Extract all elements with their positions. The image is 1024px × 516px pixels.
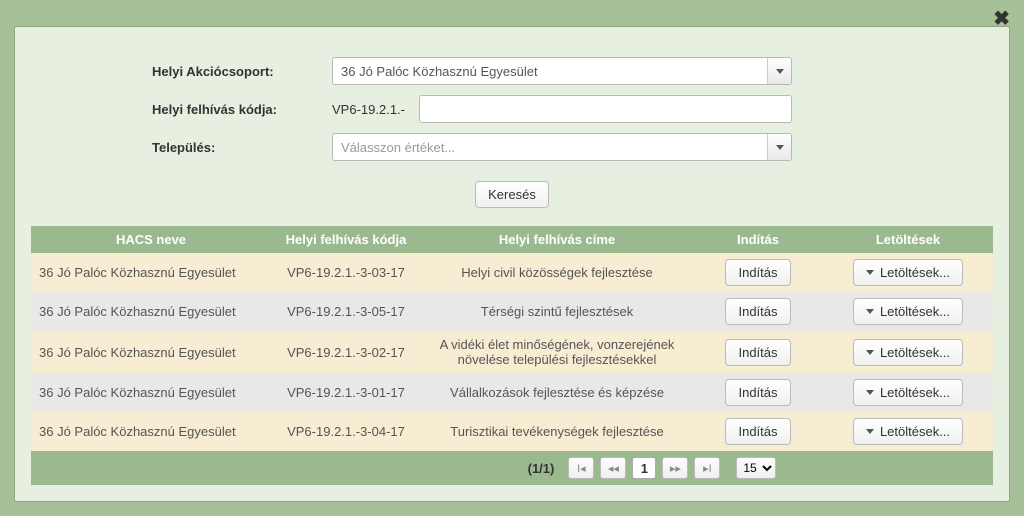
col-hacs-name: HACS neve bbox=[31, 226, 271, 253]
cell-start: Indítás bbox=[693, 331, 823, 373]
downloads-label: Letöltések... bbox=[880, 304, 950, 319]
cell-hacs-name: 36 Jó Palóc Közhasznú Egyesület bbox=[31, 331, 271, 373]
start-button[interactable]: Indítás bbox=[725, 418, 790, 445]
cell-start: Indítás bbox=[693, 292, 823, 331]
downloads-button[interactable]: Letöltések... bbox=[853, 418, 963, 445]
last-page-icon[interactable]: ▸I bbox=[694, 457, 720, 479]
col-downloads: Letöltések bbox=[823, 226, 993, 253]
downloads-label: Letöltések... bbox=[880, 424, 950, 439]
close-icon[interactable]: ✖ bbox=[993, 6, 1010, 31]
settlement-value: Válasszon értéket... bbox=[333, 140, 767, 155]
start-button[interactable]: Indítás bbox=[725, 379, 790, 406]
start-button[interactable]: Indítás bbox=[725, 339, 790, 366]
chevron-down-icon bbox=[866, 390, 874, 395]
downloads-label: Letöltések... bbox=[880, 265, 950, 280]
cell-downloads: Letöltések... bbox=[823, 331, 993, 373]
search-button[interactable]: Keresés bbox=[475, 181, 549, 208]
cell-call-title: Térségi szintű fejlesztések bbox=[421, 292, 693, 331]
col-start: Indítás bbox=[693, 226, 823, 253]
cell-call-code: VP6-19.2.1.-3-05-17 bbox=[271, 292, 421, 331]
label-call-code: Helyi felhívás kódja: bbox=[152, 102, 332, 117]
label-action-group: Helyi Akciócsoport: bbox=[152, 64, 332, 79]
cell-call-code: VP6-19.2.1.-3-03-17 bbox=[271, 253, 421, 292]
cell-start: Indítás bbox=[693, 253, 823, 292]
table-row: 36 Jó Palóc Közhasznú EgyesületVP6-19.2.… bbox=[31, 292, 993, 331]
action-group-value: 36 Jó Palóc Közhasznú Egyesület bbox=[333, 64, 767, 79]
cell-call-title: Vállalkozások fejlesztése és képzése bbox=[421, 373, 693, 412]
chevron-down-icon[interactable] bbox=[767, 134, 791, 160]
cell-hacs-name: 36 Jó Palóc Közhasznú Egyesület bbox=[31, 373, 271, 412]
search-form: Helyi Akciócsoport: 36 Jó Palóc Közhaszn… bbox=[152, 57, 872, 161]
cell-call-title: Turisztikai tevékenységek fejlesztése bbox=[421, 412, 693, 451]
downloads-button[interactable]: Letöltések... bbox=[853, 298, 963, 325]
label-settlement: Település: bbox=[152, 140, 332, 155]
modal-dialog: ✖ Helyi Akciócsoport: 36 Jó Palóc Közhas… bbox=[0, 0, 1024, 516]
chevron-down-icon bbox=[866, 270, 874, 275]
current-page: 1 bbox=[632, 457, 656, 479]
page-info: (1/1) bbox=[528, 461, 555, 476]
cell-downloads: Letöltések... bbox=[823, 253, 993, 292]
downloads-button[interactable]: Letöltések... bbox=[853, 259, 963, 286]
next-page-icon[interactable]: ▸▸ bbox=[662, 457, 688, 479]
cell-start: Indítás bbox=[693, 412, 823, 451]
cell-call-code: VP6-19.2.1.-3-02-17 bbox=[271, 331, 421, 373]
cell-call-title: A vidéki élet minőségének, vonzerejének … bbox=[421, 331, 693, 373]
cell-start: Indítás bbox=[693, 373, 823, 412]
cell-downloads: Letöltések... bbox=[823, 373, 993, 412]
downloads-button[interactable]: Letöltések... bbox=[853, 339, 963, 366]
cell-hacs-name: 36 Jó Palóc Közhasznú Egyesület bbox=[31, 412, 271, 451]
page-size-select[interactable]: 15 bbox=[736, 457, 776, 479]
chevron-down-icon bbox=[866, 309, 874, 314]
prev-page-icon[interactable]: ◂◂ bbox=[600, 457, 626, 479]
chevron-down-icon[interactable] bbox=[767, 58, 791, 84]
chevron-down-icon bbox=[866, 350, 874, 355]
cell-downloads: Letöltések... bbox=[823, 412, 993, 451]
start-button[interactable]: Indítás bbox=[725, 298, 790, 325]
cell-hacs-name: 36 Jó Palóc Közhasznú Egyesület bbox=[31, 292, 271, 331]
col-call-code: Helyi felhívás kódja bbox=[271, 226, 421, 253]
cell-call-code: VP6-19.2.1.-3-04-17 bbox=[271, 412, 421, 451]
col-call-title: Helyi felhívás címe bbox=[421, 226, 693, 253]
downloads-label: Letöltések... bbox=[880, 345, 950, 360]
settlement-dropdown[interactable]: Válasszon értéket... bbox=[332, 133, 792, 161]
cell-downloads: Letöltések... bbox=[823, 292, 993, 331]
downloads-button[interactable]: Letöltések... bbox=[853, 379, 963, 406]
first-page-icon[interactable]: I◂ bbox=[568, 457, 594, 479]
table-row: 36 Jó Palóc Közhasznú EgyesületVP6-19.2.… bbox=[31, 253, 993, 292]
start-button[interactable]: Indítás bbox=[725, 259, 790, 286]
results-table: HACS neve Helyi felhívás kódja Helyi fel… bbox=[31, 226, 993, 451]
chevron-down-icon bbox=[866, 429, 874, 434]
cell-call-code: VP6-19.2.1.-3-01-17 bbox=[271, 373, 421, 412]
pager: (1/1) I◂ ◂◂ 1 ▸▸ ▸I 15 bbox=[31, 451, 993, 485]
cell-call-title: Helyi civil közösségek fejlesztése bbox=[421, 253, 693, 292]
call-code-input[interactable] bbox=[419, 95, 792, 123]
action-group-dropdown[interactable]: 36 Jó Palóc Közhasznú Egyesület bbox=[332, 57, 792, 85]
table-row: 36 Jó Palóc Közhasznú EgyesületVP6-19.2.… bbox=[31, 373, 993, 412]
cell-hacs-name: 36 Jó Palóc Közhasznú Egyesület bbox=[31, 253, 271, 292]
downloads-label: Letöltések... bbox=[880, 385, 950, 400]
table-row: 36 Jó Palóc Közhasznú EgyesületVP6-19.2.… bbox=[31, 412, 993, 451]
dialog-panel: Helyi Akciócsoport: 36 Jó Palóc Közhaszn… bbox=[14, 26, 1010, 502]
table-row: 36 Jó Palóc Közhasznú EgyesületVP6-19.2.… bbox=[31, 331, 993, 373]
call-code-prefix: VP6-19.2.1.- bbox=[332, 102, 405, 117]
